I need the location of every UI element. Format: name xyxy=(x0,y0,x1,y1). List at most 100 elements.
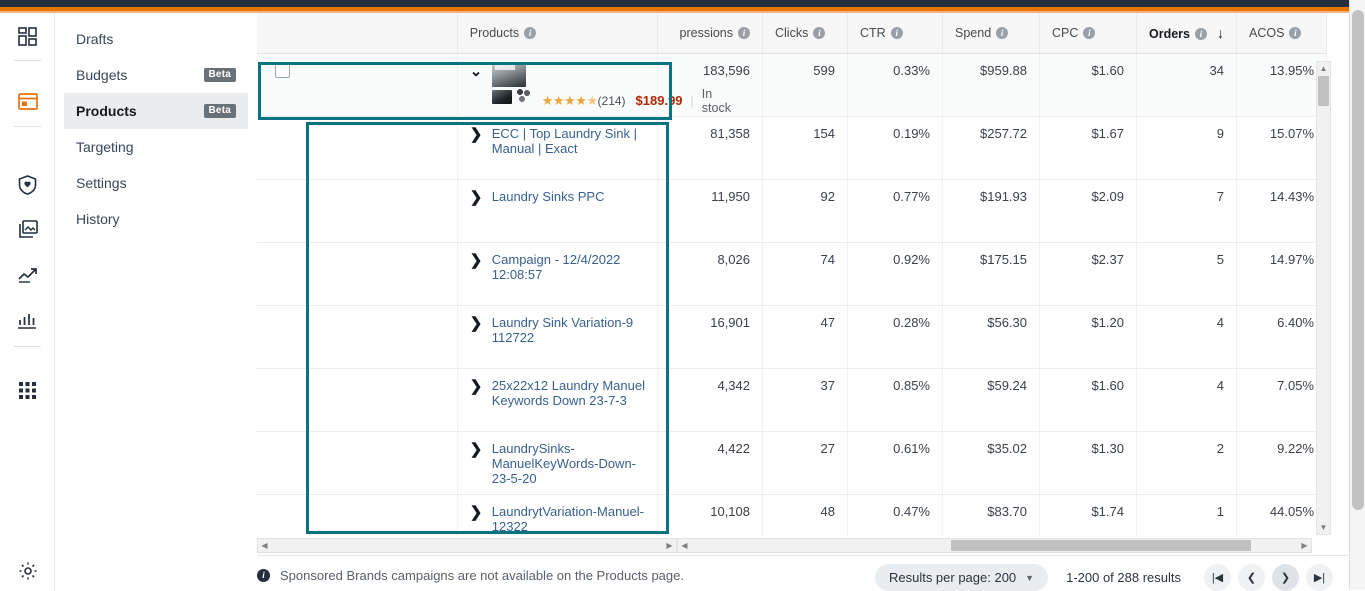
footer-note: i Sponsored Brands campaigns are not ava… xyxy=(257,568,684,583)
expand-campaign-chevron-right-icon[interactable]: ❯ xyxy=(470,504,492,520)
row-select-cell xyxy=(257,116,458,180)
table-row[interactable]: ❯ LaundrytVariation-Manuel-12322 10,108 … xyxy=(257,494,1327,536)
column-header-orders[interactable]: Orders i ↓ xyxy=(1136,13,1237,54)
campaign-cell[interactable]: ❯ Laundry Sinks PPC xyxy=(457,179,659,243)
cell-cpc: $1.30 xyxy=(1039,431,1137,495)
table-row[interactable]: ❯ ECC | Top Laundry Sink | Manual | Exac… xyxy=(257,116,1327,180)
column-header-spend[interactable]: Spend i xyxy=(942,13,1040,54)
scroll-up-arrow-icon[interactable]: ▲ xyxy=(1317,62,1330,75)
sidebar-item-budgets[interactable]: Budgets Beta xyxy=(64,57,248,93)
product-thumbnail-image xyxy=(491,62,526,87)
column-label: ACOS xyxy=(1249,25,1285,40)
first-page-button[interactable]: |◀ xyxy=(1204,564,1231,591)
horizontal-scroll-thumb[interactable] xyxy=(951,540,1251,551)
info-icon[interactable]: i xyxy=(1083,26,1096,39)
campaign-name-link[interactable]: LaundrytVariation-Manuel-12322 xyxy=(492,504,645,534)
vertical-scroll-thumb[interactable] xyxy=(1318,76,1329,106)
last-page-button[interactable]: ▶| xyxy=(1306,564,1333,591)
table-row[interactable]: ❯ Laundry Sinks PPC 11,950 92 0.77% $191… xyxy=(257,179,1327,243)
table-row[interactable]: ❯ Campaign - 12/4/2022 12:08:57 8,026 74… xyxy=(257,242,1327,306)
campaign-cell[interactable]: ❯ LaundrytVariation-Manuel-12322 xyxy=(457,494,659,536)
expand-campaign-chevron-right-icon[interactable]: ❯ xyxy=(470,315,492,331)
sidebar-item-settings[interactable]: Settings xyxy=(64,165,248,201)
column-header-clicks[interactable]: Clicks i xyxy=(762,13,848,54)
cell-impressions: 4,422 xyxy=(657,431,763,495)
table-row[interactable]: ❯ LaundrySinks-ManuelKeyWords-Down-23-5-… xyxy=(257,431,1327,495)
info-icon[interactable]: i xyxy=(738,26,750,39)
info-icon[interactable]: i xyxy=(996,26,1009,39)
shield-icon[interactable] xyxy=(0,168,55,202)
scroll-right-arrow-icon[interactable]: ▶ xyxy=(663,539,676,552)
browser-scroll-thumb[interactable] xyxy=(1352,10,1364,510)
table-vertical-scrollbar[interactable]: ▲ ▼ xyxy=(1316,61,1331,535)
campaign-cell[interactable]: ❯ ECC | Top Laundry Sink | Manual | Exac… xyxy=(457,116,659,180)
products-table-container[interactable]: Products i pressions i Clicks i CTR i Spend i… xyxy=(257,13,1330,536)
scroll-right-arrow-icon[interactable]: ▶ xyxy=(1298,539,1311,552)
column-header-impressions[interactable]: pressions i xyxy=(657,13,763,54)
frozen-column-horizontal-scrollbar[interactable]: ◀ ▶ xyxy=(257,538,677,553)
table-row[interactable]: ❯ 25x22x12 Laundry Manuel Keywords Down … xyxy=(257,368,1327,432)
collapse-product-chevron-down-icon[interactable]: ⌄ xyxy=(470,63,492,79)
table-horizontal-scrollbar[interactable]: ◀ ▶ xyxy=(677,538,1312,553)
row-select-cell xyxy=(257,431,458,495)
expand-campaign-chevron-right-icon[interactable]: ❯ xyxy=(470,252,492,268)
cell-cpc: $1.74 xyxy=(1039,494,1137,536)
sidebar-item-products[interactable]: Products Beta xyxy=(64,93,248,129)
campaign-name-link[interactable]: 25x22x12 Laundry Manuel Keywords Down 23… xyxy=(492,378,645,408)
apps-grid-icon[interactable] xyxy=(0,373,55,407)
browser-vertical-scrollbar[interactable] xyxy=(1349,0,1365,590)
info-icon[interactable]: i xyxy=(1289,26,1302,39)
creatives-icon[interactable] xyxy=(0,212,55,246)
row-checkbox[interactable] xyxy=(275,62,290,78)
results-per-page-select[interactable]: Results per page: 200 ▼ xyxy=(874,564,1049,591)
sidebar-item-drafts[interactable]: Drafts xyxy=(64,21,248,57)
campaigns-icon[interactable] xyxy=(0,85,55,119)
table-row[interactable]: ❯ Laundry Sink Variation-9 112722 16,901… xyxy=(257,305,1327,369)
rating-stars-icon: ★★★★★ xyxy=(541,92,598,108)
expand-campaign-chevron-right-icon[interactable]: ❯ xyxy=(470,189,492,205)
column-header-products[interactable]: Products i xyxy=(457,13,659,54)
campaign-cell[interactable]: ❯ Campaign - 12/4/2022 12:08:57 xyxy=(457,242,659,306)
campaign-name-link[interactable]: Campaign - 12/4/2022 12:08:57 xyxy=(492,252,645,282)
expand-campaign-chevron-right-icon[interactable]: ❯ xyxy=(470,441,492,457)
sidebar-nav: Drafts Budgets Beta Products Beta Target… xyxy=(56,13,256,590)
sort-descending-icon[interactable]: ↓ xyxy=(1217,25,1224,41)
campaign-name-link[interactable]: Laundry Sink Variation-9 112722 xyxy=(492,315,645,345)
expand-campaign-chevron-right-icon[interactable]: ❯ xyxy=(470,378,492,394)
campaign-name-link[interactable]: ECC | Top Laundry Sink | Manual | Exact xyxy=(492,126,645,156)
trending-icon[interactable] xyxy=(0,258,55,292)
product-row[interactable]: ⌄ ★★★★★ (214) $189.99 | In stock 183,596… xyxy=(257,53,1327,117)
next-page-button[interactable]: ❯ xyxy=(1272,564,1299,591)
info-icon[interactable]: i xyxy=(524,26,537,39)
sidebar-item-label: Targeting xyxy=(76,139,134,155)
campaign-name-link[interactable]: LaundrySinks-ManuelKeyWords-Down-23-5-20 xyxy=(492,441,645,486)
dashboard-icon[interactable] xyxy=(0,19,55,53)
bar-chart-icon[interactable] xyxy=(0,303,55,337)
cell-cpc: $1.60 xyxy=(1039,53,1137,117)
scroll-down-arrow-icon[interactable]: ▼ xyxy=(1317,521,1330,534)
column-header-cpc[interactable]: CPC i xyxy=(1039,13,1137,54)
select-all-header[interactable] xyxy=(257,13,458,54)
info-icon[interactable]: i xyxy=(890,26,903,39)
column-header-acos[interactable]: ACOS i xyxy=(1236,13,1327,54)
campaign-cell[interactable]: ❯ 25x22x12 Laundry Manuel Keywords Down … xyxy=(457,368,659,432)
expand-campaign-chevron-right-icon[interactable]: ❯ xyxy=(470,126,492,142)
row-select-cell[interactable] xyxy=(257,53,458,117)
column-header-ctr[interactable]: CTR i xyxy=(847,13,943,54)
gear-icon[interactable] xyxy=(0,554,55,588)
campaign-cell[interactable]: ❯ Laundry Sink Variation-9 112722 xyxy=(457,305,659,369)
sidebar-item-targeting[interactable]: Targeting xyxy=(64,129,248,165)
cell-spend: $83.70 xyxy=(942,494,1040,536)
product-cell[interactable]: ⌄ ★★★★★ (214) $189.99 | In stock xyxy=(457,53,731,117)
chevron-down-icon[interactable]: ▼ xyxy=(1025,573,1034,583)
info-icon[interactable]: i xyxy=(813,26,826,39)
sidebar-item-history[interactable]: History xyxy=(64,201,248,237)
scroll-left-arrow-icon[interactable]: ◀ xyxy=(678,539,691,552)
campaign-name-link[interactable]: Laundry Sinks PPC xyxy=(492,189,605,204)
scroll-left-arrow-icon[interactable]: ◀ xyxy=(258,539,271,552)
info-icon[interactable]: i xyxy=(1195,27,1207,40)
prev-page-button[interactable]: ❮ xyxy=(1238,564,1265,591)
campaign-cell[interactable]: ❯ LaundrySinks-ManuelKeyWords-Down-23-5-… xyxy=(457,431,659,495)
cell-acos: 13.95% xyxy=(1236,53,1327,117)
cell-cpc: $2.37 xyxy=(1039,242,1137,306)
